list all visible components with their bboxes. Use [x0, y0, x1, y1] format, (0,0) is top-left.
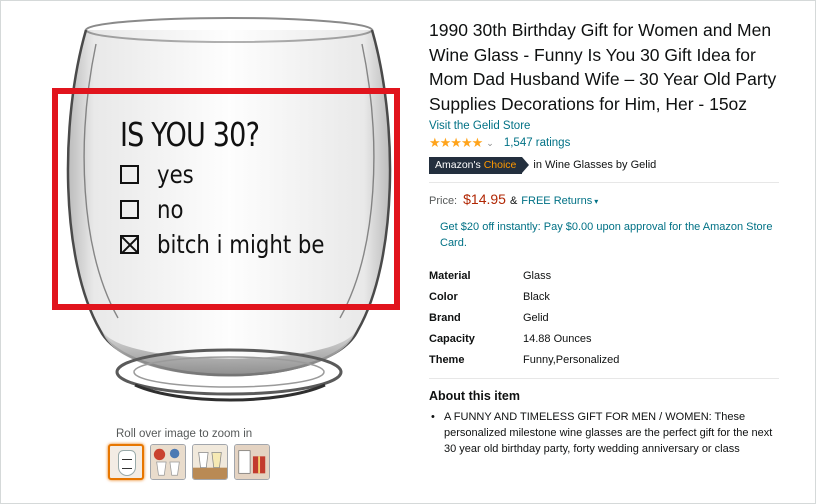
table-scene-icon [193, 445, 227, 479]
spec-value: Funny,Personalized [523, 353, 620, 366]
gift-scene-icon [235, 445, 269, 479]
glass-title: IS YOU 30? [120, 115, 260, 154]
about-list: A FUNNY AND TIMELESS GIFT FOR MEN / WOME… [429, 409, 789, 457]
spec-key: Theme [429, 353, 465, 366]
store-card-offer-link[interactable]: Get $20 off instantly: Pay $0.00 upon ap… [440, 219, 780, 251]
chevron-down-icon: ▾ [594, 197, 599, 206]
badge-tail [522, 157, 530, 173]
spec-value: Gelid [523, 311, 549, 324]
table-row: Theme Funny,Personalized [429, 349, 619, 370]
spec-key: Brand [429, 311, 461, 324]
glass-option-label: no [157, 195, 184, 224]
price-value: $14.95 [463, 191, 506, 207]
product-details: 1990 30th Birthday Gift for Women and Me… [429, 18, 789, 457]
checkbox-icon [120, 200, 139, 219]
star-rating-icon[interactable]: ★★★★★ [429, 135, 483, 151]
amazons-choice-row: Amazon's Choice in Wine Glasses by Gelid [429, 156, 789, 174]
about-title: About this item [429, 389, 520, 403]
ratings-count-link[interactable]: 1,547 ratings [504, 137, 571, 149]
specs-table: Material Glass Color Black Brand Gelid C… [429, 265, 619, 370]
table-row: Material Glass [429, 265, 619, 286]
spec-key: Material [429, 269, 471, 282]
thumbnail-party-scene[interactable] [150, 444, 186, 480]
glass-option-label: bitch i might be [157, 230, 325, 259]
store-link[interactable]: Visit the Gelid Store [429, 120, 789, 132]
glass-option-label: yes [157, 160, 194, 189]
thumbnail-table-scene[interactable] [192, 444, 228, 480]
spec-key: Capacity [429, 332, 475, 345]
spec-value: Black [523, 290, 550, 303]
glass-thumb-icon [118, 450, 136, 476]
free-returns-link[interactable]: FREE Returns ▾ [521, 195, 598, 207]
zoom-hint: Roll over image to zoom in [116, 428, 253, 440]
thumbnail-gift-scene[interactable] [234, 444, 270, 480]
chevron-down-icon[interactable]: ⌄ [486, 138, 494, 149]
glass-option-might-be: bitch i might be [120, 227, 390, 262]
price-amp: & [509, 195, 518, 207]
table-row: Capacity 14.88 Ounces [429, 328, 619, 349]
party-scene-icon [151, 445, 185, 479]
glass-option-yes: yes [120, 157, 390, 192]
glass-option-no: no [120, 192, 390, 227]
column-divider [414, 8, 415, 496]
list-item: A FUNNY AND TIMELESS GIFT FOR MEN / WOME… [429, 409, 785, 457]
thumbnail-strip [108, 444, 270, 480]
price-label: Price: [429, 195, 458, 207]
checkbox-icon [120, 165, 139, 184]
choice-category-text: in Wine Glasses by Gelid [533, 159, 657, 171]
badge-prefix: Amazon's [435, 158, 481, 171]
price-row: Price: $14.95 & FREE Returns ▾ [429, 191, 789, 207]
product-title: 1990 30th Birthday Gift for Women and Me… [429, 20, 777, 114]
glass-print: IS YOU 30? yes no bitch i might be [120, 113, 390, 262]
badge-suffix: Choice [483, 158, 517, 171]
spec-key: Color [429, 290, 458, 303]
amazons-choice-badge[interactable]: Amazon's Choice [429, 156, 523, 174]
thumbnail-glass[interactable] [108, 444, 144, 480]
divider [429, 182, 779, 183]
divider [429, 378, 779, 379]
checked-box-icon [120, 235, 139, 254]
rating-row: ★★★★★ ⌄ 1,547 ratings [429, 135, 789, 151]
table-row: Color Black [429, 286, 619, 307]
free-returns-label: FREE Returns [521, 195, 593, 207]
table-row: Brand Gelid [429, 307, 619, 328]
spec-value: 14.88 Ounces [523, 332, 592, 345]
spec-value: Glass [523, 269, 552, 282]
